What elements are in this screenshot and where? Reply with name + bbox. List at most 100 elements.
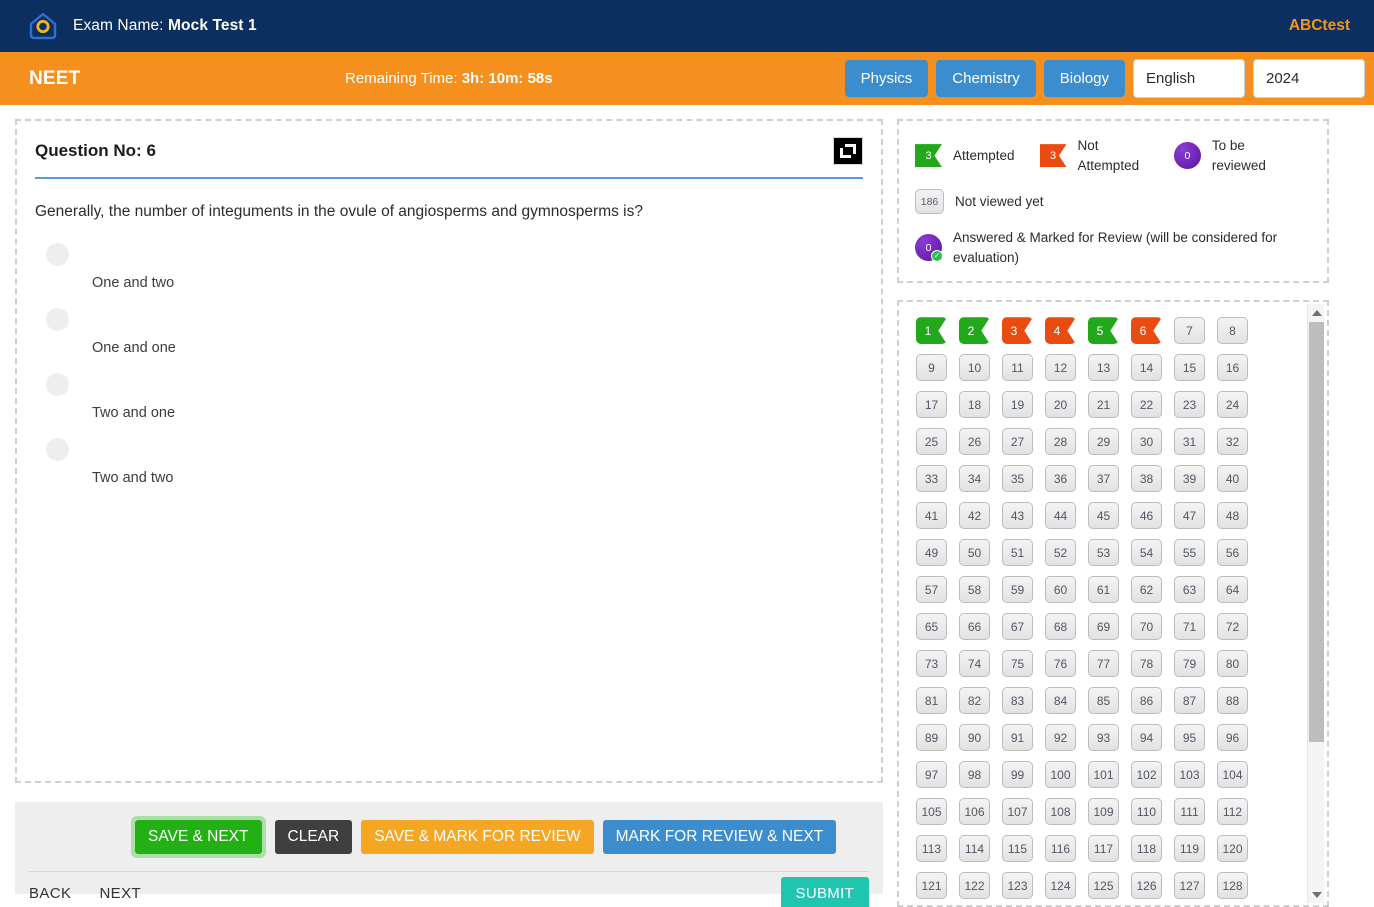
palette-question-7[interactable]: 7	[1174, 317, 1205, 345]
palette-question-28[interactable]: 28	[1045, 428, 1076, 456]
scroll-down-arrow-icon[interactable]	[1308, 886, 1325, 903]
palette-question-87[interactable]: 87	[1174, 687, 1205, 715]
palette-question-118[interactable]: 118	[1131, 835, 1162, 863]
palette-question-40[interactable]: 40	[1217, 465, 1248, 493]
palette-question-98[interactable]: 98	[959, 761, 990, 789]
palette-question-126[interactable]: 126	[1131, 872, 1162, 900]
palette-question-62[interactable]: 62	[1131, 576, 1162, 604]
palette-question-82[interactable]: 82	[959, 687, 990, 715]
palette-question-67[interactable]: 67	[1002, 613, 1033, 641]
palette-question-113[interactable]: 113	[916, 835, 947, 863]
palette-question-77[interactable]: 77	[1088, 650, 1119, 678]
palette-question-50[interactable]: 50	[959, 539, 990, 567]
palette-question-6[interactable]: 6	[1131, 317, 1162, 345]
palette-question-55[interactable]: 55	[1174, 539, 1205, 567]
palette-question-96[interactable]: 96	[1217, 724, 1248, 752]
clear-button[interactable]: CLEAR	[274, 820, 353, 854]
option-radio[interactable]	[46, 307, 69, 331]
palette-question-72[interactable]: 72	[1217, 613, 1248, 641]
palette-question-25[interactable]: 25	[916, 428, 947, 456]
tab-biology[interactable]: Biology	[1043, 60, 1125, 97]
palette-question-2[interactable]: 2	[959, 317, 990, 345]
palette-question-90[interactable]: 90	[959, 724, 990, 752]
palette-question-119[interactable]: 119	[1174, 835, 1205, 863]
palette-question-51[interactable]: 51	[1002, 539, 1033, 567]
palette-question-108[interactable]: 108	[1045, 798, 1076, 826]
year-select[interactable]: 2024	[1253, 59, 1365, 98]
palette-question-52[interactable]: 52	[1045, 539, 1076, 567]
palette-question-121[interactable]: 121	[916, 872, 947, 900]
palette-question-74[interactable]: 74	[959, 650, 990, 678]
scrollbar-thumb[interactable]	[1309, 322, 1324, 743]
palette-question-8[interactable]: 8	[1217, 317, 1248, 345]
palette-question-44[interactable]: 44	[1045, 502, 1076, 530]
palette-question-71[interactable]: 71	[1174, 613, 1205, 641]
palette-question-45[interactable]: 45	[1088, 502, 1119, 530]
palette-question-101[interactable]: 101	[1088, 761, 1119, 789]
option-row[interactable]: One and one	[35, 300, 863, 365]
palette-question-15[interactable]: 15	[1174, 354, 1205, 382]
palette-question-32[interactable]: 32	[1217, 428, 1248, 456]
palette-question-63[interactable]: 63	[1174, 576, 1205, 604]
next-link[interactable]: NEXT	[99, 885, 141, 902]
palette-question-60[interactable]: 60	[1045, 576, 1076, 604]
option-radio[interactable]	[46, 437, 69, 461]
palette-question-41[interactable]: 41	[916, 502, 947, 530]
palette-question-123[interactable]: 123	[1002, 872, 1033, 900]
palette-question-27[interactable]: 27	[1002, 428, 1033, 456]
palette-question-99[interactable]: 99	[1002, 761, 1033, 789]
palette-question-93[interactable]: 93	[1088, 724, 1119, 752]
palette-question-125[interactable]: 125	[1088, 872, 1119, 900]
palette-question-31[interactable]: 31	[1174, 428, 1205, 456]
palette-question-61[interactable]: 61	[1088, 576, 1119, 604]
palette-question-11[interactable]: 11	[1002, 354, 1033, 382]
palette-question-17[interactable]: 17	[916, 391, 947, 419]
save-and-next-button[interactable]: SAVE & NEXT	[135, 820, 262, 854]
palette-question-69[interactable]: 69	[1088, 613, 1119, 641]
palette-question-34[interactable]: 34	[959, 465, 990, 493]
palette-question-80[interactable]: 80	[1217, 650, 1248, 678]
option-radio[interactable]	[46, 372, 69, 396]
palette-question-16[interactable]: 16	[1217, 354, 1248, 382]
option-radio[interactable]	[46, 242, 69, 266]
palette-question-23[interactable]: 23	[1174, 391, 1205, 419]
palette-question-39[interactable]: 39	[1174, 465, 1205, 493]
palette-question-102[interactable]: 102	[1131, 761, 1162, 789]
palette-scrollbar[interactable]	[1307, 304, 1324, 903]
palette-question-106[interactable]: 106	[959, 798, 990, 826]
palette-question-47[interactable]: 47	[1174, 502, 1205, 530]
palette-question-70[interactable]: 70	[1131, 613, 1162, 641]
palette-question-94[interactable]: 94	[1131, 724, 1162, 752]
palette-question-18[interactable]: 18	[959, 391, 990, 419]
palette-question-9[interactable]: 9	[916, 354, 947, 382]
palette-question-19[interactable]: 19	[1002, 391, 1033, 419]
palette-question-14[interactable]: 14	[1131, 354, 1162, 382]
palette-question-115[interactable]: 115	[1002, 835, 1033, 863]
palette-question-100[interactable]: 100	[1045, 761, 1076, 789]
palette-question-21[interactable]: 21	[1088, 391, 1119, 419]
palette-question-111[interactable]: 111	[1174, 798, 1205, 826]
palette-question-22[interactable]: 22	[1131, 391, 1162, 419]
palette-question-89[interactable]: 89	[916, 724, 947, 752]
palette-question-66[interactable]: 66	[959, 613, 990, 641]
option-row[interactable]: Two and two	[35, 430, 863, 495]
scroll-up-arrow-icon[interactable]	[1308, 304, 1325, 321]
palette-question-91[interactable]: 91	[1002, 724, 1033, 752]
palette-question-85[interactable]: 85	[1088, 687, 1119, 715]
palette-question-33[interactable]: 33	[916, 465, 947, 493]
palette-question-75[interactable]: 75	[1002, 650, 1033, 678]
palette-question-124[interactable]: 124	[1045, 872, 1076, 900]
palette-question-65[interactable]: 65	[916, 613, 947, 641]
palette-question-110[interactable]: 110	[1131, 798, 1162, 826]
option-row[interactable]: One and two	[35, 235, 863, 300]
palette-question-43[interactable]: 43	[1002, 502, 1033, 530]
palette-question-68[interactable]: 68	[1045, 613, 1076, 641]
tab-chemistry[interactable]: Chemistry	[936, 60, 1036, 97]
palette-question-79[interactable]: 79	[1174, 650, 1205, 678]
palette-question-54[interactable]: 54	[1131, 539, 1162, 567]
palette-question-81[interactable]: 81	[916, 687, 947, 715]
palette-question-78[interactable]: 78	[1131, 650, 1162, 678]
palette-question-83[interactable]: 83	[1002, 687, 1033, 715]
palette-question-116[interactable]: 116	[1045, 835, 1076, 863]
palette-question-117[interactable]: 117	[1088, 835, 1119, 863]
